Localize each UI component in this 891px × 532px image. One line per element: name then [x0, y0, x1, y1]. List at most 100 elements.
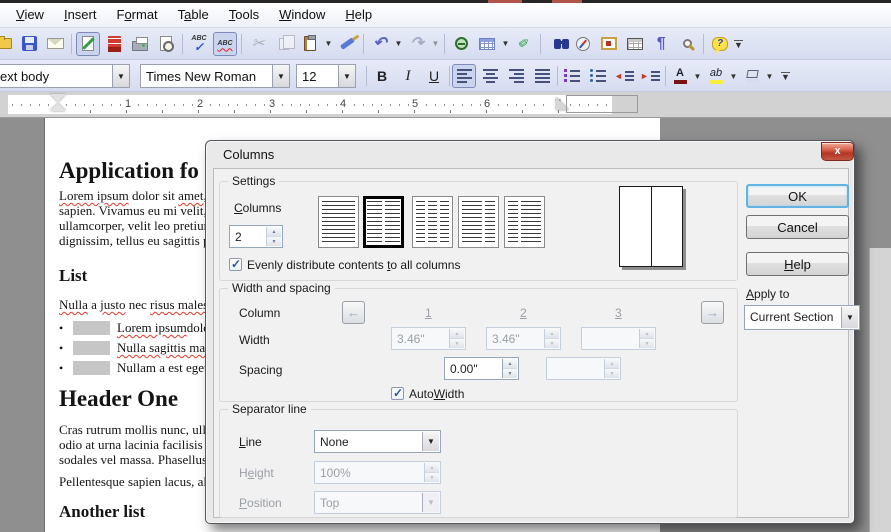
table-icon[interactable] — [475, 32, 499, 56]
gallery-icon[interactable] — [597, 32, 621, 56]
email-icon[interactable] — [43, 32, 67, 56]
toolbar-separator — [182, 34, 183, 54]
placeholder-field — [73, 341, 110, 355]
export-pdf-icon[interactable] — [102, 32, 126, 56]
toolbar-more-options-icon[interactable]: ▼ — [733, 32, 744, 56]
preset-three-columns[interactable] — [412, 196, 453, 248]
apply-to-dropdown[interactable]: Current Section ▼ — [744, 305, 860, 330]
background-color-dropdown-icon[interactable]: ▼ — [764, 64, 775, 88]
numbered-list-icon[interactable] — [560, 64, 584, 88]
line-style-dropdown[interactable]: None ▼ — [314, 430, 441, 453]
toolbar-separator — [540, 34, 541, 54]
underline-icon[interactable]: U — [422, 64, 446, 88]
undo-icon[interactable]: ↶ — [368, 32, 392, 56]
style-dropdown-icon[interactable]: ▼ — [112, 65, 129, 87]
chevron-down-icon[interactable]: ▼ — [841, 307, 858, 328]
help-button[interactable]: Help — [746, 252, 849, 276]
auto-spellcheck-icon[interactable]: ABC — [213, 32, 237, 56]
find-replace-icon[interactable] — [545, 32, 569, 56]
open-icon[interactable] — [0, 32, 15, 56]
font-color-dropdown-icon[interactable]: ▼ — [692, 64, 703, 88]
draw-functions-icon[interactable]: ✎ — [512, 32, 536, 56]
save-icon[interactable] — [17, 32, 41, 56]
tab-stop-marks — [90, 110, 568, 113]
chevron-down-icon: ▼ — [422, 493, 439, 512]
placeholder-field — [73, 321, 110, 335]
print-icon[interactable] — [128, 32, 152, 56]
menu-help[interactable]: Help — [335, 3, 382, 27]
doc-heading: Application fo — [59, 158, 199, 184]
font-name-combo[interactable]: Times New Roman ▼ — [140, 64, 290, 88]
navigator-icon[interactable] — [571, 32, 595, 56]
spinner-buttons[interactable]: ▲▼ — [266, 227, 281, 246]
cut-icon: ✂ — [246, 32, 270, 56]
formatting-marks-icon[interactable]: ¶ — [649, 32, 673, 56]
edit-file-icon[interactable] — [76, 32, 100, 56]
hyperlink-icon[interactable] — [449, 32, 473, 56]
table-dropdown-icon[interactable]: ▼ — [500, 32, 511, 56]
columns-count-spinner[interactable]: 2 ▲▼ — [229, 225, 283, 248]
menu-insert[interactable]: Insert — [54, 3, 107, 27]
paste-dropdown-icon[interactable]: ▼ — [323, 32, 334, 56]
zoom-icon[interactable] — [675, 32, 699, 56]
increase-indent-icon[interactable]: ► — [638, 64, 662, 88]
justify-icon[interactable] — [530, 64, 554, 88]
doc-subheading-another-list: Another list — [59, 502, 145, 522]
highlighting-dropdown-icon[interactable]: ▼ — [728, 64, 739, 88]
ruler-track: 1 2 3 4 5 6 7 — [8, 95, 612, 114]
next-column-button[interactable]: → — [701, 301, 724, 324]
font-color-icon[interactable]: A — [668, 64, 692, 88]
indent-marker[interactable] — [50, 94, 66, 110]
format-paintbrush-icon[interactable] — [335, 32, 359, 56]
bold-icon[interactable]: B — [370, 64, 394, 88]
menu-tools[interactable]: Tools — [219, 3, 269, 27]
help-icon[interactable]: ? — [708, 32, 732, 56]
align-left-icon[interactable] — [452, 64, 476, 88]
paragraph-style-combo[interactable]: ext body ▼ — [0, 64, 130, 88]
menu-window[interactable]: Window — [269, 3, 335, 27]
line-label: Line — [239, 435, 262, 449]
font-dropdown-icon[interactable]: ▼ — [272, 65, 289, 87]
chevron-down-icon[interactable]: ▼ — [422, 432, 439, 451]
background-color-icon[interactable] — [740, 64, 764, 88]
evenly-distribute-label[interactable]: Evenly distribute contents to all column… — [247, 258, 460, 272]
column-label: Column — [239, 306, 280, 320]
toolbar-separator — [444, 34, 445, 54]
close-icon[interactable]: x — [821, 142, 854, 161]
italic-icon[interactable]: I — [396, 64, 420, 88]
spelling-icon[interactable]: ABC✓ — [187, 32, 211, 56]
cancel-button[interactable]: Cancel — [746, 215, 849, 239]
page-preview-icon[interactable] — [154, 32, 178, 56]
size-dropdown-icon[interactable]: ▼ — [338, 65, 355, 87]
doc-heading-header-one: Header One — [59, 386, 178, 412]
align-right-icon[interactable] — [504, 64, 528, 88]
evenly-distribute-checkbox[interactable] — [229, 258, 242, 271]
undo-dropdown-icon[interactable]: ▼ — [393, 32, 404, 56]
position-dropdown: Top ▼ — [314, 491, 441, 514]
decrease-indent-icon[interactable]: ◄ — [612, 64, 636, 88]
ok-button[interactable]: OK — [746, 184, 849, 208]
previous-column-button[interactable]: ← — [342, 301, 365, 324]
preset-right-wide[interactable] — [504, 196, 545, 248]
font-size-combo[interactable]: 12 ▼ — [296, 64, 356, 88]
bullet-list-icon[interactable] — [586, 64, 610, 88]
preset-one-column[interactable] — [318, 196, 359, 248]
menu-table[interactable]: Table — [168, 3, 219, 27]
data-sources-icon[interactable] — [623, 32, 647, 56]
menu-format[interactable]: Format — [106, 3, 167, 27]
spacing-field-1[interactable]: 0.00" ▲▼ — [444, 357, 519, 380]
paste-icon[interactable] — [298, 32, 322, 56]
vertical-scrollbar[interactable] — [869, 248, 891, 532]
toolbar-separator — [449, 66, 450, 86]
autowidth-label[interactable]: AutoWidth — [409, 387, 464, 401]
preset-left-wide[interactable] — [458, 196, 499, 248]
highlighting-icon[interactable]: ab — [704, 64, 728, 88]
doc-paragraph: Cras rutrum mollis nunc, ullam odio at u… — [59, 422, 222, 467]
spinner-buttons: ▲▼ — [544, 329, 559, 348]
menu-view[interactable]: View — [6, 3, 54, 27]
preset-two-columns[interactable] — [363, 196, 404, 248]
spinner-buttons[interactable]: ▲▼ — [502, 359, 517, 378]
autowidth-checkbox[interactable] — [391, 387, 404, 400]
align-center-icon[interactable] — [478, 64, 502, 88]
toolbar-more-options-icon[interactable]: ▼ — [780, 64, 791, 88]
